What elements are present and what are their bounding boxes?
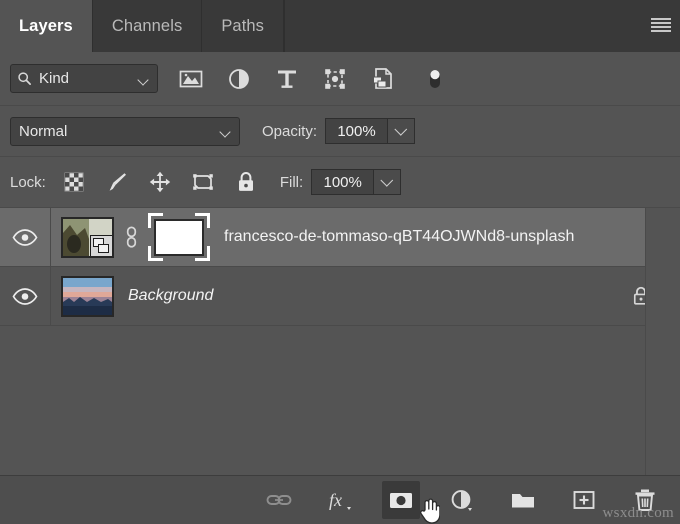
filter-row: Kind	[0, 52, 680, 106]
link-mask-icon[interactable]	[123, 225, 140, 250]
lock-fill-row: Lock:	[0, 157, 680, 208]
opacity-dropdown-button[interactable]	[387, 118, 415, 144]
lock-image-pixels-icon[interactable]	[105, 170, 129, 194]
filter-smart-objects-icon[interactable]	[370, 66, 396, 92]
layer-row-smart-object[interactable]: francesco-de-tommaso-qBT44OJWNd8-unsplas…	[0, 208, 645, 267]
new-adjustment-layer-button[interactable]	[443, 481, 481, 519]
layer-style-button[interactable]: fx	[321, 481, 359, 519]
add-layer-mask-button[interactable]	[382, 481, 420, 519]
filter-kind-value: Kind	[39, 70, 69, 87]
blend-mode-value: Normal	[19, 123, 67, 140]
layer-list-scrollbar[interactable]	[645, 208, 680, 475]
layer-mask-icon	[387, 486, 415, 514]
tab-channels-label: Channels	[112, 17, 183, 36]
mask-selected-bracket-icon	[195, 213, 210, 228]
layer-row-background[interactable]: Background	[0, 267, 680, 326]
layer-list: francesco-de-tommaso-qBT44OJWNd8-unsplas…	[0, 208, 680, 475]
search-icon	[17, 71, 32, 86]
fx-icon: fx	[326, 486, 354, 514]
folder-icon	[509, 486, 537, 514]
layer-visibility-toggle[interactable]	[0, 208, 51, 266]
opacity-label: Opacity:	[262, 123, 317, 140]
filter-enable-toggle[interactable]	[422, 66, 448, 92]
lock-artboard-nesting-icon[interactable]	[191, 170, 215, 194]
layer-thumbnail[interactable]	[61, 217, 114, 258]
lock-label: Lock:	[10, 174, 46, 191]
filter-adjustment-layers-icon[interactable]	[226, 66, 252, 92]
new-group-button[interactable]	[504, 481, 542, 519]
filter-shape-layers-icon[interactable]	[322, 66, 348, 92]
blend-mode-select[interactable]: Normal	[10, 117, 240, 146]
tab-layers[interactable]: Layers	[0, 0, 93, 52]
layer-thumbnail[interactable]	[61, 276, 114, 317]
blend-opacity-row: Normal Opacity: 100%	[0, 106, 680, 157]
watermark: wsxdn.com	[603, 505, 674, 522]
filter-type-layers-icon[interactable]	[274, 66, 300, 92]
chevron-down-icon[interactable]	[139, 76, 149, 82]
mask-selected-bracket-icon	[148, 246, 163, 261]
tab-paths-label: Paths	[221, 17, 264, 36]
link-layers-button[interactable]	[260, 481, 298, 519]
eye-icon	[12, 229, 38, 246]
filter-pixel-layers-icon[interactable]	[178, 66, 204, 92]
fill-input[interactable]: 100%	[311, 169, 373, 195]
filter-type-icons	[178, 66, 448, 92]
layer-mask-thumbnail[interactable]	[148, 213, 210, 261]
layer-name[interactable]: Background	[128, 287, 213, 305]
opacity-input[interactable]: 100%	[325, 118, 387, 144]
fill-label: Fill:	[280, 174, 303, 191]
lock-buttons	[62, 170, 258, 194]
eye-icon	[12, 288, 38, 305]
adjustment-icon	[448, 486, 476, 514]
new-layer-button[interactable]	[565, 481, 603, 519]
lock-position-icon[interactable]	[148, 170, 172, 194]
link-icon	[265, 486, 293, 514]
new-layer-icon	[570, 486, 598, 514]
tab-bar-filler	[284, 0, 680, 52]
layer-visibility-toggle[interactable]	[0, 267, 51, 325]
tab-paths[interactable]: Paths	[202, 0, 284, 52]
tab-channels[interactable]: Channels	[93, 0, 203, 52]
chevron-down-icon[interactable]	[221, 128, 231, 134]
panel-tab-bar: Layers Channels Paths	[0, 0, 680, 52]
smart-object-badge-icon	[90, 235, 113, 257]
mask-selected-bracket-icon	[195, 246, 210, 261]
mask-selected-bracket-icon	[148, 213, 163, 228]
svg-text:fx: fx	[329, 490, 342, 510]
layer-thumbnail-image	[63, 278, 112, 315]
lock-all-icon[interactable]	[234, 170, 258, 194]
tab-layers-label: Layers	[19, 17, 73, 36]
lock-transparent-pixels-icon[interactable]	[62, 170, 86, 194]
hamburger-menu-icon[interactable]	[651, 16, 671, 34]
fill-dropdown-button[interactable]	[373, 169, 401, 195]
layers-panel-bottom-bar: fx	[0, 475, 680, 524]
layers-panel: Layers Channels Paths Kind	[0, 0, 680, 524]
layer-name[interactable]: francesco-de-tommaso-qBT44OJWNd8-unsplas…	[224, 228, 574, 246]
filter-kind-select[interactable]: Kind	[10, 64, 158, 93]
